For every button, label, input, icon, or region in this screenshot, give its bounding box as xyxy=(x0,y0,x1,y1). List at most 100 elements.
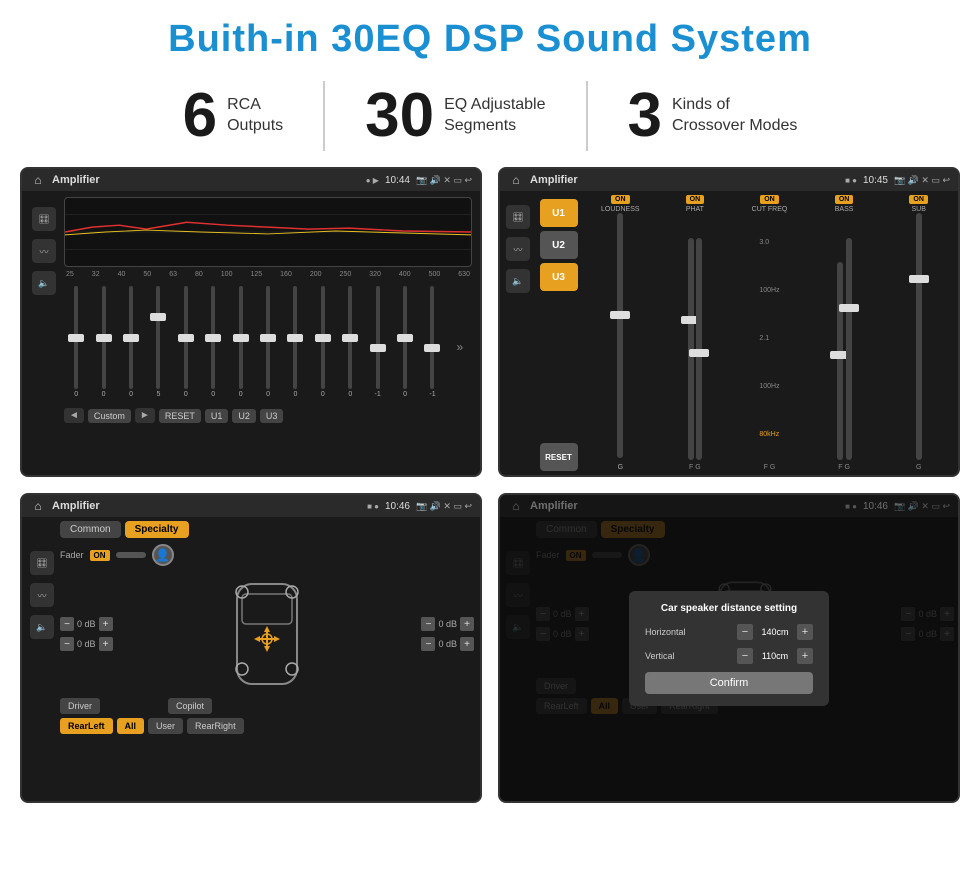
tab-common[interactable]: Common xyxy=(60,521,121,538)
eq-reset-btn[interactable]: RESET xyxy=(159,409,201,423)
eq-speaker-btn[interactable]: 🔈 xyxy=(32,271,56,295)
db-plus-3[interactable]: + xyxy=(460,617,474,631)
eq-slider-4[interactable]: 5 xyxy=(146,286,170,398)
vertical-plus[interactable]: + xyxy=(797,648,813,664)
screens-grid: ⌂ Amplifier ● ▶ 10:44 📷 🔊 ✕ ▭ ↩ 🎛 〰 🔈 xyxy=(0,167,980,803)
confirm-button[interactable]: Confirm xyxy=(645,672,813,694)
db-val-2: 0 dB xyxy=(77,639,96,649)
phat-on[interactable]: ON xyxy=(686,195,705,204)
phat-label: PHAT xyxy=(686,206,704,213)
db-minus-4[interactable]: − xyxy=(421,637,435,651)
amp-filter-btn[interactable]: 🎛 xyxy=(506,205,530,229)
eq-slider-7[interactable]: 0 xyxy=(228,286,252,398)
status-title-2: Amplifier xyxy=(530,174,839,186)
eq-next-btn[interactable]: ► xyxy=(135,408,155,423)
fader-person-icon: 👤 xyxy=(152,544,174,566)
stat-eq: 30 EQ AdjustableSegments xyxy=(325,85,585,147)
u3-btn[interactable]: U3 xyxy=(540,263,578,291)
screen-amp: ⌂ Amplifier ■ ● 10:45 📷 🔊 ✕ ▭ ↩ 🎛 〰 🔈 U1… xyxy=(498,167,960,477)
eq-prev-btn[interactable]: ◄ xyxy=(64,408,84,423)
db-plus-2[interactable]: + xyxy=(99,637,113,651)
home-icon[interactable]: ⌂ xyxy=(30,172,46,188)
screen-eq: ⌂ Amplifier ● ▶ 10:44 📷 🔊 ✕ ▭ ↩ 🎛 〰 🔈 xyxy=(20,167,482,477)
eq-slider-14[interactable]: -1 xyxy=(420,286,444,398)
vertical-value: 110cm xyxy=(757,651,793,661)
db-right-bottom: − 0 dB + xyxy=(421,637,474,651)
db-val-1: 0 dB xyxy=(77,619,96,629)
play-dots: ● ▶ xyxy=(366,176,379,185)
eq-wave-btn[interactable]: 〰 xyxy=(32,239,56,263)
screen-crossover: ⌂ Amplifier ■ ● 10:46 📷 🔊 ✕ ▭ ↩ 🎛 〰 🔈 C xyxy=(20,493,482,803)
eq-u1-btn[interactable]: U1 xyxy=(205,409,229,423)
loudness-on[interactable]: ON xyxy=(611,195,630,204)
eq-slider-10[interactable]: 0 xyxy=(311,286,335,398)
amp-wave-btn[interactable]: 〰 xyxy=(506,237,530,261)
rearright-btn[interactable]: RearRight xyxy=(187,718,244,734)
cross-bottom-controls-2: RearLeft All User RearRight xyxy=(60,718,474,734)
db-minus-1[interactable]: − xyxy=(60,617,74,631)
user-btn[interactable]: User xyxy=(148,718,183,734)
u1-btn[interactable]: U1 xyxy=(540,199,578,227)
eq-slider-6[interactable]: 0 xyxy=(201,286,225,398)
eq-slider-1[interactable]: 0 xyxy=(64,286,88,398)
screen-dialog: ⌂ Amplifier ■ ● 10:46 📷 🔊 ✕ ▭ ↩ 🎛 〰 🔈 Co… xyxy=(498,493,960,803)
db-plus-4[interactable]: + xyxy=(460,637,474,651)
home-icon-2[interactable]: ⌂ xyxy=(508,172,524,188)
eq-sidebar: 🎛 〰 🔈 xyxy=(30,197,58,469)
copilot-btn[interactable]: Copilot xyxy=(168,698,212,714)
eq-sliders: 0 0 0 5 0 0 0 0 0 0 0 -1 0 -1 » xyxy=(64,282,472,402)
eq-u2-btn[interactable]: U2 xyxy=(232,409,256,423)
db-plus-1[interactable]: + xyxy=(99,617,113,631)
reset-btn-amp[interactable]: RESET xyxy=(540,443,578,471)
db-minus-2[interactable]: − xyxy=(60,637,74,651)
dialog-title: Car speaker distance setting xyxy=(645,603,813,614)
fader-row: Fader ON 👤 xyxy=(60,544,474,566)
home-icon-3[interactable]: ⌂ xyxy=(30,498,46,514)
eq-slider-13[interactable]: 0 xyxy=(393,286,417,398)
vertical-minus[interactable]: − xyxy=(737,648,753,664)
rearleft-btn[interactable]: RearLeft xyxy=(60,718,113,734)
horizontal-control: − 140cm + xyxy=(737,624,813,640)
dialog-overlay: Car speaker distance setting Horizontal … xyxy=(500,495,958,801)
cross-filter-btn[interactable]: 🎛 xyxy=(30,551,54,575)
speaker-layout: − 0 dB + − 0 dB + xyxy=(60,574,474,694)
eq-freq-labels: 2532405063 80100125160200 25032040050063… xyxy=(64,271,472,278)
driver-btn[interactable]: Driver xyxy=(60,698,100,714)
u2-btn[interactable]: U2 xyxy=(540,231,578,259)
bass-on[interactable]: ON xyxy=(835,195,854,204)
eq-slider-2[interactable]: 0 xyxy=(91,286,115,398)
loudness-label: LOUDNESS xyxy=(601,206,640,213)
fader-label: Fader xyxy=(60,550,84,560)
eq-u3-btn[interactable]: U3 xyxy=(260,409,284,423)
amp-speaker-btn[interactable]: 🔈 xyxy=(506,269,530,293)
sub-on[interactable]: ON xyxy=(909,195,928,204)
horizontal-plus[interactable]: + xyxy=(797,624,813,640)
horizontal-minus[interactable]: − xyxy=(737,624,753,640)
left-db-controls: − 0 dB + − 0 dB + xyxy=(60,617,113,651)
fader-slider[interactable] xyxy=(116,552,146,558)
stat-crossover-number: 3 xyxy=(628,85,662,147)
cross-speaker-btn[interactable]: 🔈 xyxy=(30,615,54,639)
stat-crossover: 3 Kinds ofCrossover Modes xyxy=(588,85,838,147)
cutfreq-on[interactable]: ON xyxy=(760,195,779,204)
eq-slider-5[interactable]: 0 xyxy=(174,286,198,398)
stat-crossover-label: Kinds ofCrossover Modes xyxy=(672,95,797,137)
eq-slider-3[interactable]: 0 xyxy=(119,286,143,398)
eq-more-btn[interactable]: » xyxy=(448,286,472,398)
tab-specialty[interactable]: Specialty xyxy=(125,521,189,538)
eq-slider-12[interactable]: -1 xyxy=(365,286,389,398)
eq-slider-8[interactable]: 0 xyxy=(256,286,280,398)
fader-on-btn[interactable]: ON xyxy=(90,550,110,561)
db-right-top: − 0 dB + xyxy=(421,617,474,631)
play-dots-3: ■ ● xyxy=(367,502,379,511)
all-btn[interactable]: All xyxy=(117,718,145,734)
cross-wave-btn[interactable]: 〰 xyxy=(30,583,54,607)
db-minus-3[interactable]: − xyxy=(421,617,435,631)
statusbar-3: ⌂ Amplifier ■ ● 10:46 📷 🔊 ✕ ▭ ↩ xyxy=(22,495,480,517)
cutfreq-label: CUT FREQ xyxy=(752,206,788,213)
eq-slider-11[interactable]: 0 xyxy=(338,286,362,398)
status-time-3: 10:46 xyxy=(385,501,410,512)
eq-slider-9[interactable]: 0 xyxy=(283,286,307,398)
db-left-top: − 0 dB + xyxy=(60,617,113,631)
eq-filter-btn[interactable]: 🎛 xyxy=(32,207,56,231)
